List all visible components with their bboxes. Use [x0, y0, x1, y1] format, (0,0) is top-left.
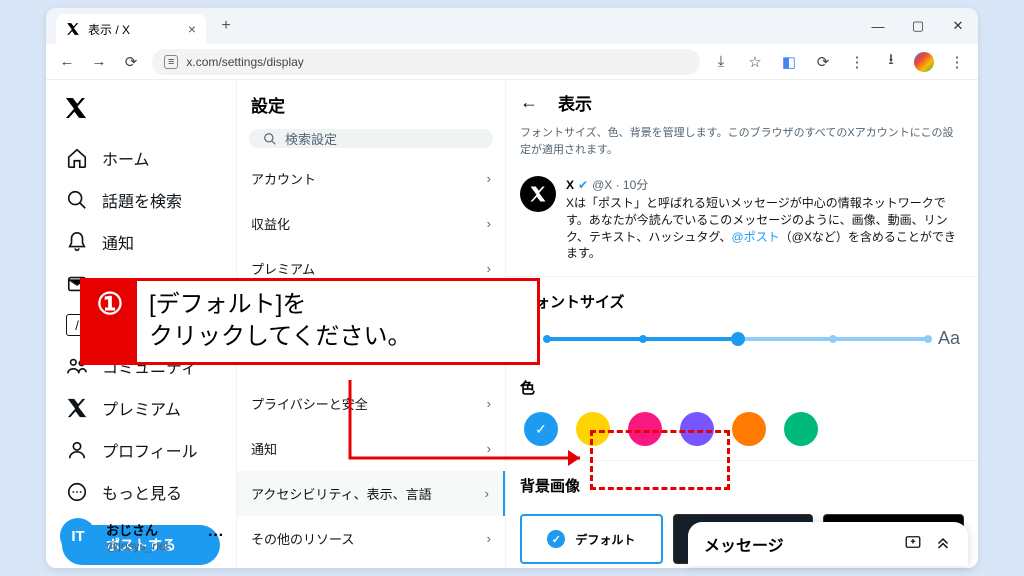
nav-profile[interactable]: プロフィール: [54, 429, 228, 471]
chevron-right-icon: ›: [485, 486, 489, 501]
user-avatar: IT: [60, 518, 96, 554]
extension-icon-1[interactable]: ◧: [778, 51, 800, 73]
home-icon: [66, 147, 88, 169]
settings-item-help[interactable]: ヘルプセンター↗: [237, 561, 505, 568]
chevron-right-icon: ›: [487, 531, 491, 546]
chevron-right-icon: ›: [487, 216, 491, 231]
sample-tweet: X ✔ @X · 10分 Xは「ポスト」と呼ばれる短いメッセージが中心の情報ネッ…: [506, 168, 978, 277]
tweet-meta: @X · 10分: [592, 176, 648, 193]
window-close-button[interactable]: ✕: [938, 8, 978, 44]
account-switcher[interactable]: IT おじさん @josys_net ···: [52, 510, 232, 562]
address-bar[interactable]: ≡ x.com/settings/display: [152, 49, 700, 75]
font-size-label: フォントサイズ: [506, 277, 978, 320]
callout-number: ①: [83, 281, 137, 362]
nav-notifications[interactable]: 通知: [54, 221, 228, 263]
extension-icon-2[interactable]: ⟳: [812, 51, 834, 73]
font-size-large-icon: Aa: [938, 328, 960, 349]
settings-item-account[interactable]: アカウント›: [237, 156, 505, 201]
tweet-author: X: [566, 178, 574, 192]
browser-tab[interactable]: 表示 / X ×: [56, 14, 206, 44]
bell-icon: [66, 231, 88, 253]
browser-toolbar: ← → ⟳ ≡ x.com/settings/display ⤓ ☆ ◧ ⟳ ⋮…: [46, 44, 978, 80]
url-text: x.com/settings/display: [186, 55, 303, 69]
more-circle-icon: [66, 481, 88, 503]
site-info-icon[interactable]: ≡: [164, 55, 178, 69]
window-maximize-button[interactable]: ▢: [898, 8, 938, 44]
x-favicon-icon: [66, 22, 80, 36]
nav-home[interactable]: ホーム: [54, 137, 228, 179]
browser-menu-icon[interactable]: ⋮: [946, 51, 968, 73]
new-message-icon[interactable]: [904, 533, 922, 556]
x-premium-icon: [66, 397, 88, 419]
chevron-right-icon: ›: [487, 261, 491, 276]
nav-reload-button[interactable]: ⟳: [120, 51, 142, 73]
chevron-right-icon: ›: [487, 171, 491, 186]
annotation-arrow: [340, 370, 600, 470]
nav-more[interactable]: もっと見る: [54, 471, 228, 513]
search-icon: [263, 132, 277, 146]
settings-item-resources[interactable]: その他のリソース›: [237, 516, 505, 561]
tab-close-icon[interactable]: ×: [188, 21, 196, 37]
new-tab-button[interactable]: +: [214, 17, 238, 35]
callout-text: [デフォルト]をクリックしてください。: [137, 281, 424, 362]
bookmark-icon[interactable]: ☆: [744, 51, 766, 73]
nav-forward-button[interactable]: →: [88, 51, 110, 73]
annotation-highlight-box: [590, 430, 730, 490]
account-name: おじさん: [106, 520, 169, 539]
tweet-text: Xは「ポスト」と呼ばれる短いメッセージが中心の情報ネットワークです。あなたが今読…: [566, 195, 964, 262]
nav-explore[interactable]: 話題を検索: [54, 179, 228, 221]
account-handle: @josys_net: [106, 539, 169, 553]
nav-premium[interactable]: プレミアム: [54, 387, 228, 429]
sample-avatar: [520, 176, 556, 212]
downloads-icon[interactable]: ⭳: [880, 51, 902, 73]
nav-back-button[interactable]: ←: [56, 51, 78, 73]
person-icon: [66, 439, 88, 461]
account-menu-icon[interactable]: ···: [208, 527, 224, 545]
messages-drawer-label: メッセージ: [704, 532, 784, 556]
extensions-menu-icon[interactable]: ⋮: [846, 51, 868, 73]
messages-drawer[interactable]: メッセージ: [688, 522, 968, 566]
browser-titlebar: 表示 / X × + — ▢ ✕: [46, 8, 978, 44]
install-app-icon[interactable]: ⤓: [710, 51, 732, 73]
settings-title: 設定: [237, 80, 505, 129]
color-option-green[interactable]: [784, 412, 818, 446]
expand-drawer-icon[interactable]: [934, 533, 952, 556]
verified-badge-icon: ✔: [578, 178, 588, 192]
tab-title: 表示 / X: [88, 21, 130, 38]
profile-avatar-icon[interactable]: [914, 52, 934, 72]
color-option-orange[interactable]: [732, 412, 766, 446]
search-icon: [66, 189, 88, 211]
back-button[interactable]: ←: [520, 92, 538, 113]
window-minimize-button[interactable]: —: [858, 8, 898, 44]
display-title: 表示: [558, 90, 592, 115]
instruction-callout: ① [デフォルト]をクリックしてください。: [80, 278, 540, 365]
settings-item-accessibility[interactable]: アクセシビリティ、表示、言語›: [237, 471, 505, 516]
display-column: ← 表示 フォントサイズ、色、背景を管理します。このブラウザのすべてのXアカウン…: [506, 80, 978, 568]
settings-item-monetization[interactable]: 収益化›: [237, 201, 505, 246]
x-logo[interactable]: [54, 90, 228, 137]
settings-search-input[interactable]: 検索設定: [249, 129, 493, 148]
bg-option-default[interactable]: デフォルト: [520, 514, 663, 564]
radio-checked-icon: [547, 530, 565, 548]
display-description: フォントサイズ、色、背景を管理します。このブラウザのすべてのXアカウントにこの設…: [506, 125, 978, 168]
font-size-slider[interactable]: Aa Aa: [506, 320, 978, 363]
